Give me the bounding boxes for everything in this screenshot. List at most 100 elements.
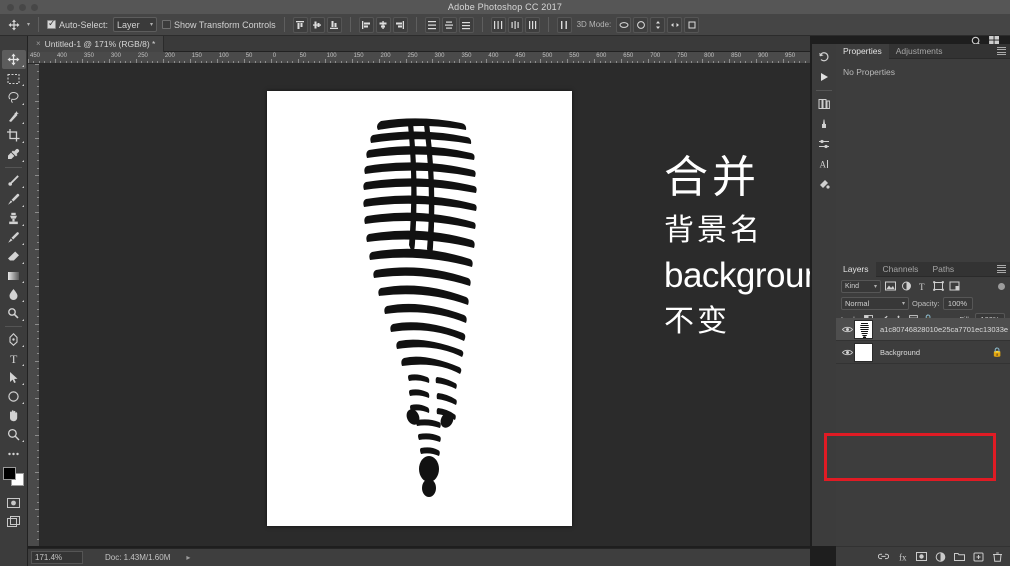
- properties-panel-menu-icon[interactable]: [997, 47, 1006, 55]
- brush-tool[interactable]: [2, 190, 26, 209]
- filter-adjustment-icon[interactable]: [900, 280, 913, 293]
- layer-name[interactable]: Background: [880, 348, 920, 357]
- drag-3d-button[interactable]: [650, 16, 666, 33]
- filter-toggle[interactable]: [998, 282, 1005, 290]
- status-expand-icon[interactable]: ▸: [186, 553, 190, 562]
- zoom-level-field[interactable]: 171.4%: [31, 551, 83, 564]
- ruler-tick-label: 550: [569, 53, 580, 59]
- layer-visibility-icon[interactable]: [840, 326, 854, 333]
- new-layer-icon[interactable]: [972, 551, 984, 563]
- link-layers-icon[interactable]: [877, 551, 889, 563]
- distribute-bottom-edges-button[interactable]: [458, 16, 474, 33]
- tool-preset-chevron-icon[interactable]: ▾: [27, 21, 30, 28]
- align-top-edges-button[interactable]: [292, 16, 308, 33]
- layer-visibility-icon[interactable]: [840, 349, 854, 356]
- layer-style-icon[interactable]: fx: [896, 551, 908, 563]
- edit-toolbar-button[interactable]: [2, 444, 26, 463]
- blend-mode-dropdown[interactable]: Normal ▾: [841, 296, 909, 310]
- layer-name[interactable]: a1c80746828010e25ca7701ec13033e: [880, 325, 1008, 334]
- move-tool[interactable]: [1, 50, 26, 69]
- distribute-top-edges-button[interactable]: [424, 16, 440, 33]
- ruler-minor-tick: [804, 61, 806, 63]
- roll-3d-button[interactable]: [633, 16, 649, 33]
- quick-mask-mode-button[interactable]: [2, 493, 26, 512]
- distribute-right-edges-button[interactable]: [524, 16, 540, 33]
- move-tool-icon[interactable]: [6, 17, 22, 32]
- hand-tool[interactable]: [2, 406, 26, 425]
- new-adjustment-layer-icon[interactable]: [934, 551, 946, 563]
- foreground-color-swatch[interactable]: [2, 467, 16, 480]
- layers-panel-menu-icon[interactable]: [997, 265, 1006, 273]
- table-row[interactable]: Background 🔒: [836, 341, 1010, 364]
- rectangular-marquee-tool[interactable]: [2, 69, 26, 88]
- align-extras-button[interactable]: [556, 16, 572, 33]
- show-transform-box-icon[interactable]: [162, 20, 172, 29]
- clone-stamp-tool[interactable]: [2, 209, 26, 228]
- ruler-tick: [35, 360, 39, 362]
- eraser-tool[interactable]: [2, 247, 26, 266]
- align-horizontal-centers-button[interactable]: [375, 16, 391, 33]
- delete-layer-icon[interactable]: [991, 551, 1003, 563]
- layer-mask-icon[interactable]: [915, 551, 927, 563]
- color-icon[interactable]: [814, 174, 834, 194]
- ellipse-shape-tool[interactable]: [2, 387, 26, 406]
- options-divider: [481, 17, 483, 32]
- auto-select-checkbox[interactable]: Auto-Select:: [47, 18, 108, 30]
- artboard[interactable]: [267, 91, 572, 526]
- distribute-left-edges-button[interactable]: [490, 16, 506, 33]
- tab-layers[interactable]: Layers: [836, 261, 876, 277]
- play-icon[interactable]: [814, 67, 834, 87]
- auto-select-scope-dropdown[interactable]: Layer ▾: [113, 17, 158, 32]
- align-bottom-edges-button[interactable]: [326, 16, 342, 33]
- document-tab[interactable]: × Untitled-1 @ 171% (RGB/8) *: [28, 35, 165, 52]
- quick-selection-tool[interactable]: [2, 107, 26, 126]
- pen-tool[interactable]: [2, 330, 26, 349]
- horizontal-type-tool[interactable]: T: [2, 349, 26, 368]
- show-transform-checkbox[interactable]: Show Transform Controls: [162, 20, 276, 30]
- history-icon[interactable]: [814, 47, 834, 67]
- ruler-minor-tick: [37, 419, 39, 421]
- align-left-edges-button[interactable]: [358, 16, 374, 33]
- zoom-tool[interactable]: [2, 425, 26, 444]
- path-selection-tool[interactable]: [2, 368, 26, 387]
- tab-properties[interactable]: Properties: [836, 43, 889, 59]
- filter-smart-object-icon[interactable]: [948, 280, 961, 293]
- rotate-3d-button[interactable]: [616, 16, 632, 33]
- color-swatches[interactable]: [2, 467, 25, 487]
- libraries-icon[interactable]: [814, 94, 834, 114]
- crop-tool[interactable]: [2, 126, 26, 145]
- dodge-tool[interactable]: [2, 304, 26, 323]
- distribute-horizontal-centers-button[interactable]: [507, 16, 523, 33]
- spot-healing-brush-tool[interactable]: [2, 171, 26, 190]
- lasso-tool[interactable]: [2, 88, 26, 107]
- layer-thumbnail[interactable]: [854, 342, 873, 362]
- filter-type-icon[interactable]: T: [916, 280, 929, 293]
- tab-close-icon[interactable]: ×: [36, 39, 41, 48]
- tab-paths[interactable]: Paths: [925, 262, 961, 277]
- tab-adjustments[interactable]: Adjustments: [889, 44, 950, 59]
- screen-mode-button[interactable]: [2, 512, 26, 531]
- filter-kind-dropdown[interactable]: Kind ▾: [841, 279, 881, 293]
- layer-thumbnail[interactable]: [854, 319, 873, 339]
- character-icon[interactable]: A: [814, 154, 834, 174]
- brush-presets-icon[interactable]: [814, 114, 834, 134]
- eyedropper-tool[interactable]: [2, 145, 26, 164]
- filter-pixel-icon[interactable]: [884, 280, 897, 293]
- filter-shape-icon[interactable]: [932, 280, 945, 293]
- scale-3d-button[interactable]: [684, 16, 700, 33]
- canvas-area[interactable]: 合并 背景名 background 不变: [40, 64, 810, 546]
- opacity-field[interactable]: 100%: [942, 296, 973, 310]
- align-vertical-centers-button[interactable]: [309, 16, 325, 33]
- distribute-vertical-centers-button[interactable]: [441, 16, 457, 33]
- ruler-minor-tick: [534, 61, 536, 63]
- adjustments-icon[interactable]: [814, 134, 834, 154]
- auto-select-box-icon[interactable]: [47, 18, 57, 29]
- slide-3d-button[interactable]: [667, 16, 683, 33]
- tab-channels[interactable]: Channels: [876, 262, 926, 277]
- blur-tool[interactable]: [2, 285, 26, 304]
- new-group-icon[interactable]: [953, 551, 965, 563]
- table-row[interactable]: a1c80746828010e25ca7701ec13033e: [836, 318, 1010, 341]
- history-brush-tool[interactable]: [2, 228, 26, 247]
- gradient-tool[interactable]: [2, 266, 26, 285]
- align-right-edges-button[interactable]: [392, 16, 408, 33]
